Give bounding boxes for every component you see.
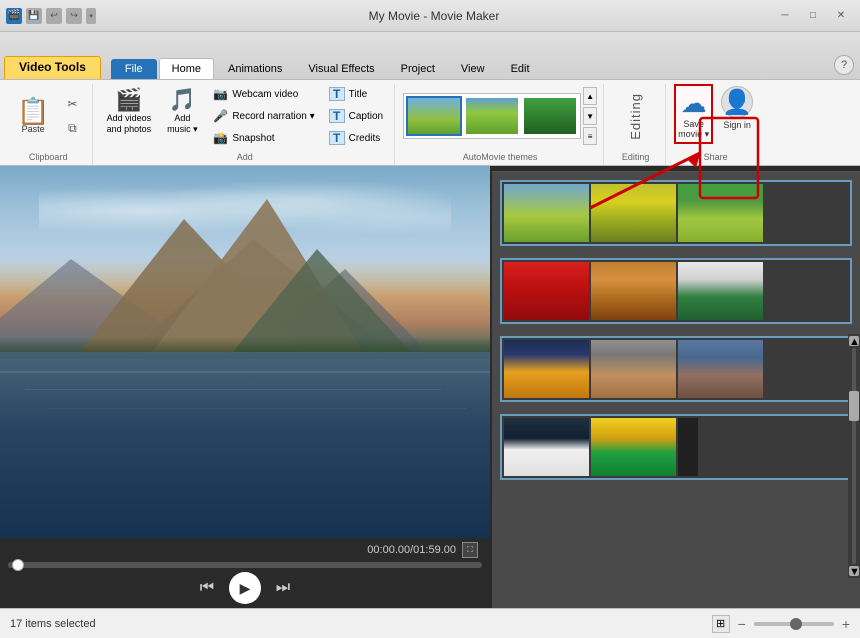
editing-group: Editing Editing (606, 84, 666, 165)
theme-item-3[interactable] (522, 96, 578, 136)
film-cell-1-2[interactable] (591, 184, 676, 242)
title-bar-icons: 🎬 💾 ↩ ↪ ▾ (6, 8, 96, 24)
scroll-thumb[interactable] (849, 391, 859, 421)
scroll-down-button[interactable]: ▼ (849, 566, 859, 576)
film-cell-4-1[interactable] (504, 418, 589, 476)
editing-group-label: Editing (622, 150, 650, 165)
zoom-slider[interactable] (754, 622, 834, 626)
credits-button[interactable]: T Credits (324, 128, 388, 148)
file-tab[interactable]: File (111, 59, 157, 79)
film-cell-4-2[interactable] (591, 418, 676, 476)
film-row-2[interactable] (500, 258, 852, 324)
film-cell-3-3[interactable] (678, 340, 763, 398)
animations-tab[interactable]: Animations (216, 59, 294, 79)
fullscreen-button[interactable]: ⛶ (462, 542, 478, 558)
previous-frame-button[interactable]: ⏮ (193, 574, 221, 602)
time-counter: 00:00.00/01:59.00 (367, 544, 456, 556)
film-cell-2-3[interactable] (678, 262, 763, 320)
film-cell-1-3[interactable] (678, 184, 763, 242)
status-bar: 17 items selected ⊞ − + (0, 608, 860, 638)
undo-icon[interactable]: ↩ (46, 8, 62, 24)
scrubber[interactable] (8, 562, 482, 568)
editing-label: Editing (628, 93, 643, 140)
ribbon: 📋 Paste ✂ ⧉ Clipboard 🎬 Add videos and p… (0, 80, 860, 166)
video-canvas[interactable] (0, 166, 490, 538)
share-label: Share (704, 150, 728, 165)
film-row-4[interactable] (500, 414, 852, 480)
maximize-button[interactable]: □ (800, 5, 826, 27)
status-selected: 17 items selected (10, 618, 96, 630)
app-icon: 🎬 (6, 8, 22, 24)
dropdown-icon[interactable]: ▾ (86, 8, 96, 24)
caption-button[interactable]: T Caption (324, 106, 388, 126)
help-button[interactable]: ? (834, 55, 854, 75)
title-bar: 🎬 💾 ↩ ↪ ▾ My Movie - Movie Maker ─ □ ✕ (0, 0, 860, 32)
edit-tab[interactable]: Edit (499, 59, 542, 79)
webcam-video-button[interactable]: 📷 Webcam video (208, 84, 319, 104)
theme-item-1[interactable] (406, 96, 462, 136)
themes-label: AutoMovie themes (463, 150, 538, 165)
view-tab[interactable]: View (449, 59, 497, 79)
video-preview: 00:00.00/01:59.00 ⛶ ⏮ ▶ ⏭ (0, 166, 490, 608)
film-cell-3-2[interactable] (591, 340, 676, 398)
paste-button[interactable]: 📋 Paste (10, 95, 56, 137)
fit-to-window-button[interactable]: ⊞ (712, 615, 730, 633)
copy-button[interactable]: ⧉ (58, 117, 86, 139)
add-group: 🎬 Add videos and photos 🎵 Addmusic ▾ 📷 W… (95, 84, 395, 165)
cut-button[interactable]: ✂ (58, 93, 86, 115)
clipboard-group: 📋 Paste ✂ ⧉ Clipboard (4, 84, 93, 165)
filmstrip-scroll[interactable] (492, 172, 860, 608)
video-tools-tab[interactable]: Video Tools (4, 56, 101, 79)
add-title-actions: T Title T Caption T Credits (324, 84, 388, 148)
title-button[interactable]: T Title (324, 84, 388, 104)
minimize-button[interactable]: ─ (772, 5, 798, 27)
add-label: Add (237, 150, 253, 165)
film-cell-4-3[interactable] (678, 418, 698, 476)
project-tab[interactable]: Project (389, 59, 447, 79)
clipboard-label: Clipboard (29, 150, 68, 165)
zoom-out-button[interactable]: − (738, 616, 746, 632)
filmstrip-panel: ▲ ▼ (490, 166, 860, 608)
theme-item-2[interactable] (464, 96, 520, 136)
film-cell-3-1[interactable] (504, 340, 589, 398)
visual-effects-tab[interactable]: Visual Effects (296, 59, 386, 79)
add-row-actions: 📷 Webcam video 🎤 Record narration ▾ 📸 Sn… (208, 84, 319, 148)
themes-more-button[interactable]: ≡ (583, 127, 597, 145)
title-bar-controls: ─ □ ✕ (772, 5, 854, 27)
zoom-in-button[interactable]: + (842, 616, 850, 632)
playback-controls: ⏮ ▶ ⏭ (8, 572, 482, 604)
themes-up-button[interactable]: ▲ (583, 87, 597, 105)
main-content: 00:00.00/01:59.00 ⛶ ⏮ ▶ ⏭ (0, 166, 860, 608)
next-frame-button[interactable]: ⏭ (269, 574, 297, 602)
add-videos-button[interactable]: 🎬 Add videos and photos (101, 84, 156, 138)
film-row-3[interactable] (500, 336, 852, 402)
themes-group: ▲ ▼ ≡ AutoMovie themes (397, 84, 604, 165)
scrubber-handle[interactable] (12, 559, 24, 571)
time-display: 00:00.00/01:59.00 ⛶ (8, 542, 482, 558)
add-music-button[interactable]: 🎵 Addmusic ▾ (160, 84, 204, 138)
redo-icon[interactable]: ↪ (66, 8, 82, 24)
save-movie-button[interactable]: ☁ Savemovie ▾ (674, 84, 713, 144)
film-row-1[interactable] (500, 180, 852, 246)
themes-down-button[interactable]: ▼ (583, 107, 597, 125)
film-cell-2-2[interactable] (591, 262, 676, 320)
film-cell-2-1[interactable] (504, 262, 589, 320)
quick-save-icon[interactable]: 💾 (26, 8, 42, 24)
film-cell-1-1[interactable] (504, 184, 589, 242)
scroll-up-button[interactable]: ▲ (849, 336, 859, 346)
close-button[interactable]: ✕ (828, 5, 854, 27)
status-right: ⊞ − + (712, 615, 850, 633)
play-button[interactable]: ▶ (229, 572, 261, 604)
home-tab[interactable]: Home (159, 58, 214, 79)
record-narration-button[interactable]: 🎤 Record narration ▾ (208, 106, 319, 126)
window-title: My Movie - Movie Maker (96, 9, 772, 23)
share-group: ☁ Savemovie ▾ 👤 Sign in Share (668, 84, 763, 165)
snapshot-button[interactable]: 📸 Snapshot (208, 128, 319, 148)
sign-in-button[interactable]: 👤 Sign in (717, 84, 757, 132)
zoom-thumb[interactable] (790, 618, 802, 630)
video-controls: 00:00.00/01:59.00 ⛶ ⏮ ▶ ⏭ (0, 538, 490, 608)
clipboard-small-actions: ✂ ⧉ (58, 93, 86, 139)
